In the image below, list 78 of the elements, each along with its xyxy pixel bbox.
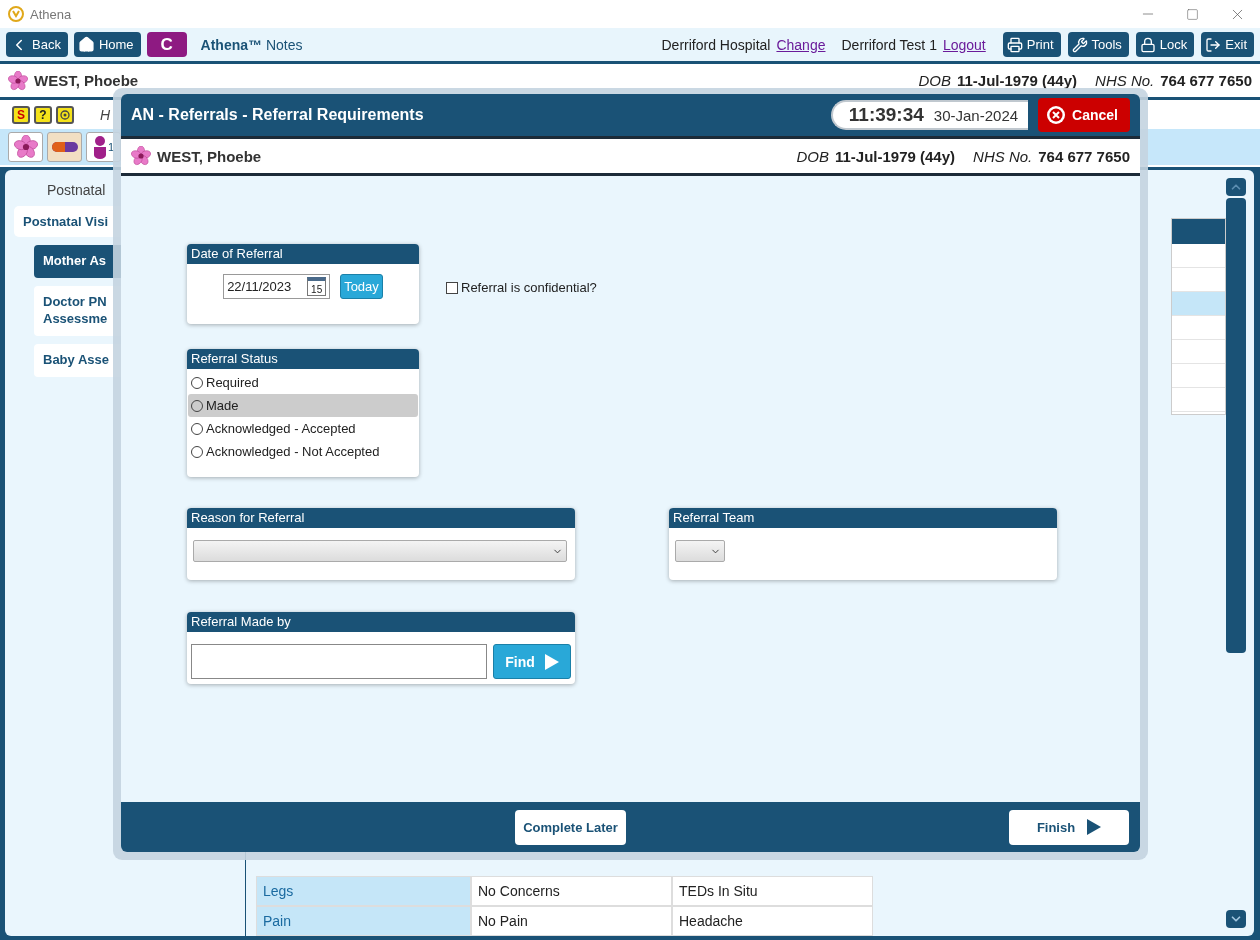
option-label: Acknowledged - Accepted <box>206 421 356 436</box>
window-title: Athena <box>30 6 72 22</box>
exit-icon <box>1205 36 1222 53</box>
flower-icon <box>8 70 28 91</box>
flower-icon <box>13 135 38 159</box>
scrollbar-thumb[interactable] <box>1226 198 1246 653</box>
lock-button[interactable]: Lock <box>1135 32 1195 57</box>
table-cell: No Concerns <box>471 876 672 906</box>
dob-value: 11-Jul-1979 (44y) <box>834 147 956 165</box>
card-heading: Date of Referral <box>187 244 419 264</box>
lock-icon <box>1139 36 1156 53</box>
date-value: 22/11/2023 <box>227 279 292 294</box>
user-name: Derriford Test 1 <box>841 36 937 53</box>
dob-label: DOB <box>918 72 951 89</box>
play-icon <box>544 653 559 670</box>
patient-name: WEST, Phoebe <box>157 147 262 165</box>
dialog-title: AN - Referrals - Referral Requirements <box>131 106 424 124</box>
card-heading: Referral Team <box>669 508 1057 528</box>
dob-value: 11-Jul-1979 (44y) <box>956 72 1078 89</box>
alert-text: H <box>100 106 111 123</box>
option-label: Acknowledged - Not Accepted <box>206 444 380 459</box>
printer-icon <box>1006 36 1023 53</box>
patient-name: WEST, Phoebe <box>34 72 139 89</box>
option-label: Made <box>206 398 239 413</box>
radio-option[interactable]: Made <box>188 394 418 417</box>
card-heading: Reason for Referral <box>187 508 575 528</box>
radio-option[interactable]: Acknowledged - Accepted <box>188 417 418 440</box>
hand-alert-icon[interactable]: S <box>12 105 30 124</box>
exit-button[interactable]: Exit <box>1201 32 1254 57</box>
hospital-name: Derriford Hospital <box>661 36 771 53</box>
nhs-label: NHS No. <box>1095 72 1155 89</box>
pill-button[interactable] <box>47 132 82 162</box>
card-heading: Referral Status <box>187 349 419 369</box>
flower-icon <box>131 146 151 166</box>
table-cell: No Pain <box>471 906 672 936</box>
scroll-down-button[interactable] <box>1226 910 1246 928</box>
flower-button[interactable] <box>8 132 43 162</box>
logout-link[interactable]: Logout <box>942 36 986 53</box>
help-icon[interactable]: ? <box>34 105 52 124</box>
nhs-value: 764 677 7650 <box>1160 72 1252 89</box>
table-cell: Headache <box>672 906 873 936</box>
row-label: Legs <box>256 876 471 906</box>
tools-button[interactable]: Tools <box>1067 32 1129 57</box>
name-input-field[interactable] <box>191 644 488 679</box>
radio-option[interactable]: Required <box>188 371 418 394</box>
print-button[interactable]: Print <box>1002 32 1061 57</box>
letter-badge-button[interactable]: C <box>146 32 187 57</box>
close-circle-icon <box>1046 105 1067 125</box>
row-label: Pain <box>256 906 471 936</box>
date-field[interactable]: 22/11/2023 15 <box>223 274 331 299</box>
clock-date: 30-Jan-2024 <box>933 106 1019 124</box>
finish-button[interactable]: Finish <box>1009 809 1129 845</box>
nav-heading: Postnatal <box>47 182 107 198</box>
clock-time: 11:39:34 <box>848 104 924 126</box>
checkbox-label: Referral is confidential? <box>461 280 597 295</box>
complete-later-button[interactable]: Complete Later <box>515 809 626 845</box>
card-heading: Referral Made by <box>187 612 575 632</box>
target-icon[interactable] <box>56 105 74 124</box>
wrench-icon <box>1071 36 1088 53</box>
play-icon <box>1087 819 1102 835</box>
option-label: Required <box>206 375 259 390</box>
app-logo-icon <box>8 6 24 22</box>
home-button[interactable]: Home <box>73 32 141 57</box>
nhs-label: NHS No. <box>973 147 1033 165</box>
person-icon <box>92 135 107 159</box>
radio-option[interactable]: Acknowledged - Not Accepted <box>188 440 418 463</box>
scroll-up-button[interactable] <box>1226 178 1246 196</box>
change-link[interactable]: Change <box>776 36 826 53</box>
app-name: Athena™ Notes <box>200 36 303 53</box>
dob-label: DOB <box>796 147 829 165</box>
calendar-icon[interactable]: 15 <box>307 277 327 296</box>
back-button[interactable]: Back <box>6 32 68 57</box>
table-cell: TEDs In Situ <box>672 876 873 906</box>
home-icon <box>77 36 95 53</box>
pill-icon <box>50 141 79 153</box>
cancel-button[interactable]: Cancel <box>1038 98 1130 132</box>
checkbox[interactable] <box>446 281 458 294</box>
nhs-value: 764 677 7650 <box>1038 147 1130 165</box>
